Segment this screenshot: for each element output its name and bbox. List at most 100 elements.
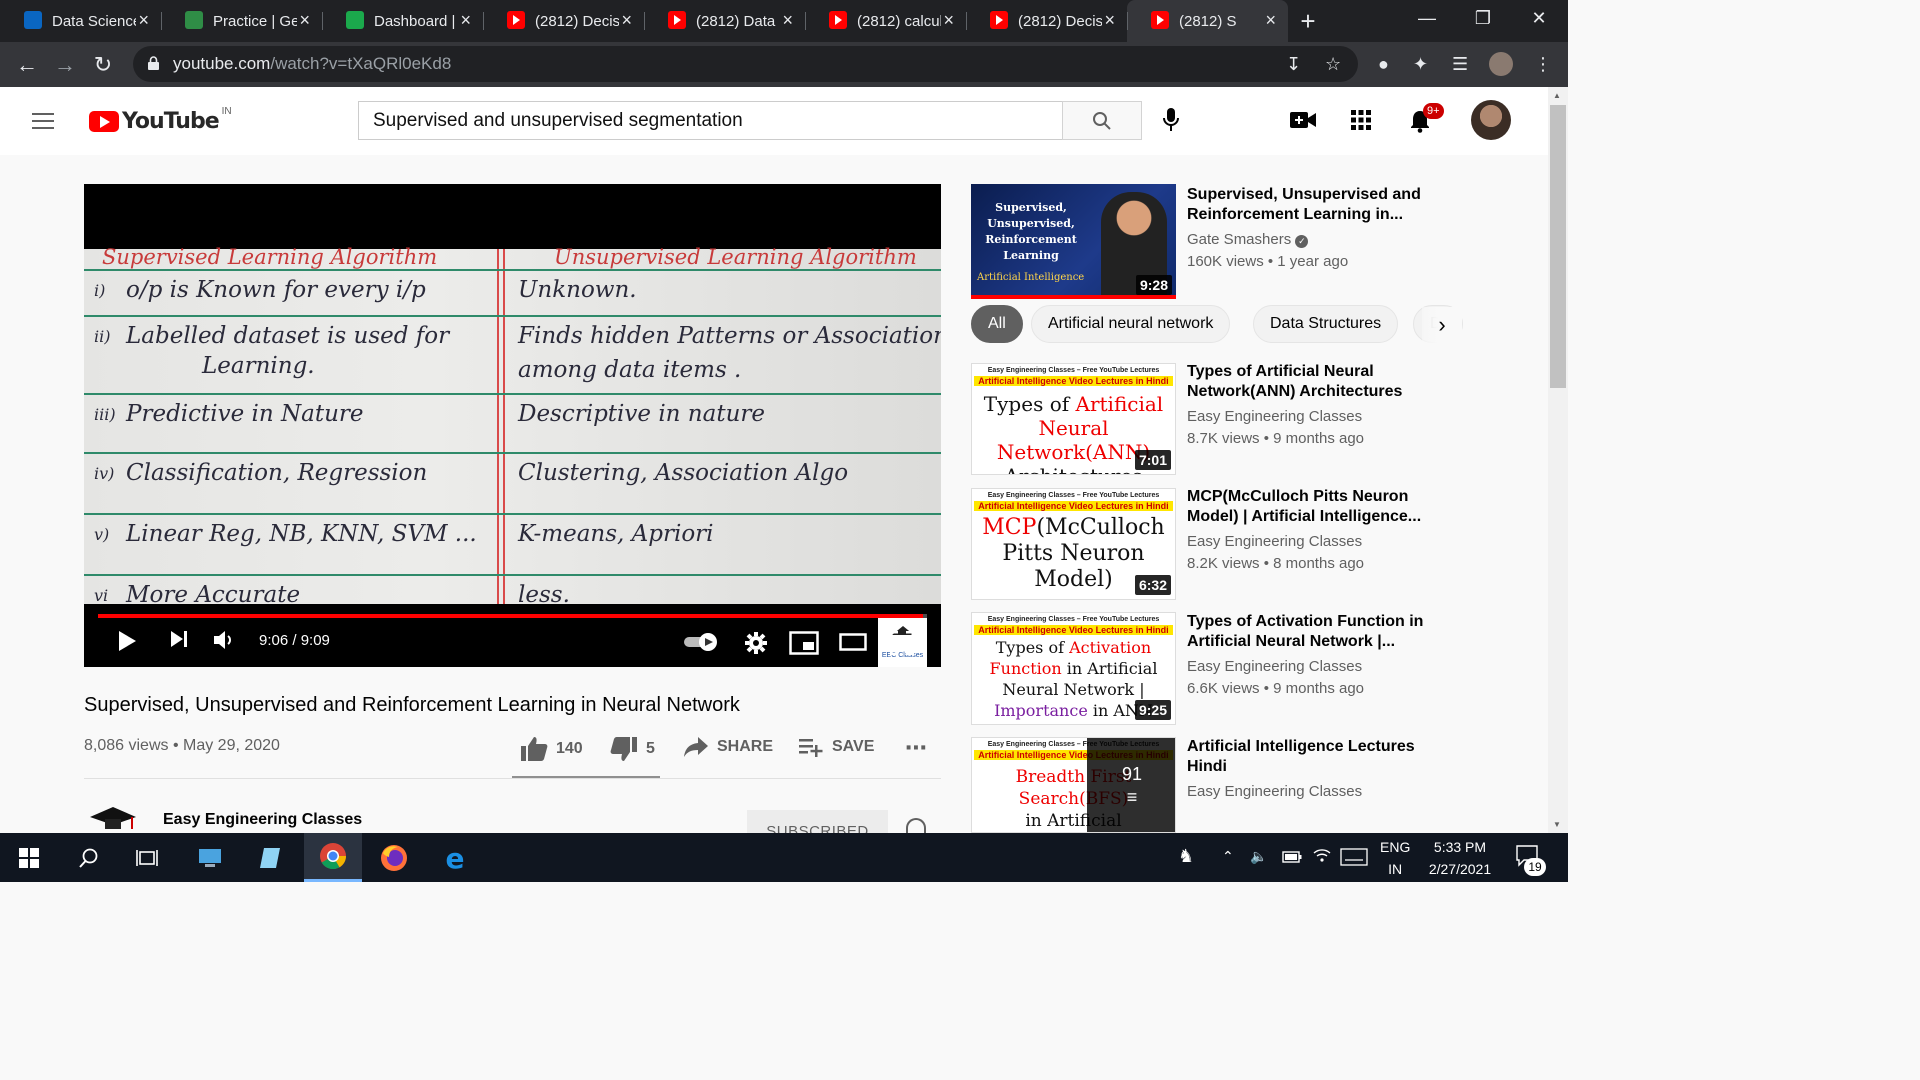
page-scrollbar[interactable]: ▲ ▼ (1548, 87, 1568, 833)
keyboard-icon[interactable] (1340, 848, 1368, 872)
thumbnail-text: Supervised, Unsupervised, Reinforcement … (985, 200, 1077, 264)
volume-tray-icon[interactable]: 🔈 (1250, 845, 1267, 867)
sidebar-video-title[interactable]: Supervised, Unsupervised and Reinforceme… (1187, 185, 1437, 225)
edge-taskbar-icon[interactable]: e (426, 833, 484, 882)
thumbnail[interactable]: Easy Engineering Classes – Free YouTube … (971, 363, 1176, 475)
miniplayer-button[interactable] (789, 631, 819, 655)
chrome-menu-icon[interactable]: ⋮ (1534, 54, 1552, 75)
sidebar-playlist-title[interactable]: Artificial Intelligence Lectures Hindi (1187, 737, 1437, 777)
extension-icon[interactable]: ● (1378, 54, 1389, 75)
notepad-taskbar-icon[interactable] (241, 833, 299, 882)
extensions-puzzle-icon[interactable]: ✦ (1413, 54, 1428, 75)
thumb-line: Artificial (1075, 392, 1164, 416)
play-button[interactable] (117, 630, 137, 652)
thumbnail[interactable]: Supervised, Unsupervised, Reinforcement … (971, 184, 1176, 299)
reload-button[interactable]: ↻ (84, 47, 122, 83)
chrome-taskbar-icon[interactable] (304, 833, 362, 882)
scroll-down-arrow-icon[interactable]: ▼ (1553, 820, 1561, 829)
thumbnail[interactable]: Easy Engineering Classes – Free YouTube … (971, 488, 1176, 600)
youtube-icon (1151, 11, 1169, 29)
chip-artificial-neural-network[interactable]: Artificial neural network (1031, 305, 1231, 343)
search-input[interactable]: Supervised and unsupervised segmentation (358, 101, 1062, 140)
start-button[interactable] (0, 833, 58, 882)
browser-tab[interactable]: (2812) Decisi × (966, 0, 1127, 42)
youtube-logo[interactable]: YouTube IN (89, 106, 232, 134)
close-tab-icon[interactable]: × (943, 10, 954, 31)
close-tab-icon[interactable]: × (299, 10, 310, 31)
sidebar-channel-name: Easy Engineering Classes (1187, 408, 1363, 425)
save-label: SAVE (832, 738, 875, 755)
sidebar-video-title[interactable]: MCP(McCulloch Pitts Neuron Model) | Arti… (1187, 487, 1437, 527)
apps-grid-icon[interactable] (1351, 110, 1371, 135)
board-supervised-text: o/p is Known for every i/p (126, 277, 426, 303)
forward-button[interactable]: → (46, 47, 84, 83)
like-button[interactable]: 140 (520, 736, 583, 762)
chip-all[interactable]: All (971, 305, 1023, 343)
profile-avatar-icon[interactable] (1489, 52, 1513, 76)
search-button[interactable] (1062, 101, 1142, 140)
scrollbar-thumb[interactable] (1550, 105, 1566, 388)
channel-name[interactable]: Easy Engineering Classes (163, 811, 362, 829)
address-bar[interactable]: youtube.com/watch?v=tXaQRl0eKd8 (133, 46, 1358, 82)
this-pc-taskbar-icon[interactable] (181, 833, 239, 882)
dislike-button[interactable]: 5 (610, 736, 655, 762)
chevron-right-icon[interactable]: › (1422, 307, 1462, 343)
video-progress-bar[interactable] (98, 614, 927, 618)
input-language[interactable]: ENG IN (1380, 836, 1410, 880)
browser-tab[interactable]: (2812) Decisi × (483, 0, 644, 42)
firefox-taskbar-icon[interactable] (365, 833, 423, 882)
maximize-button[interactable]: ❐ (1456, 0, 1510, 36)
volume-button[interactable] (213, 630, 235, 650)
share-button[interactable]: SHARE (683, 736, 773, 758)
chip-data-structures[interactable]: Data Structures (1253, 305, 1399, 343)
autoplay-toggle[interactable] (683, 632, 719, 652)
task-view-button[interactable] (118, 833, 176, 882)
theater-mode-button[interactable] (839, 633, 867, 651)
video-player[interactable]: Supervised Learning Algorithm Unsupervis… (84, 184, 941, 667)
back-button[interactable]: ← (8, 47, 46, 83)
channel-avatar[interactable] (88, 803, 138, 833)
new-tab-button[interactable]: + (1288, 0, 1328, 42)
close-tab-icon[interactable]: × (782, 10, 793, 31)
clock[interactable]: 5:33 PM 2/27/2021 (1422, 836, 1498, 880)
close-tab-icon[interactable]: × (138, 10, 149, 31)
people-icon[interactable]: ♞ (1178, 845, 1194, 867)
more-actions-icon[interactable]: ⋯ (905, 735, 927, 761)
browser-tab[interactable]: Data Science × (0, 0, 161, 42)
playlist-thumbnail[interactable]: Easy Engineering Classes – Free YouTube … (971, 737, 1176, 833)
search-taskbar-button[interactable] (60, 833, 118, 882)
bookmark-star-icon[interactable]: ☆ (1325, 54, 1341, 75)
sidebar-video-title[interactable]: Types of Activation Function in Artifici… (1187, 612, 1437, 652)
create-video-icon[interactable] (1290, 111, 1316, 134)
browser-tab[interactable]: (2812) Data S× (644, 0, 805, 42)
microphone-icon[interactable] (1161, 107, 1181, 138)
wifi-icon[interactable] (1312, 847, 1332, 869)
install-app-icon[interactable]: ↧ (1286, 54, 1301, 75)
thumbnail[interactable]: Easy Engineering Classes – Free YouTube … (971, 612, 1176, 725)
browser-tab[interactable]: (2812) S × (1127, 0, 1288, 42)
board-unsupervised-text: among data items . (518, 357, 742, 383)
media-control-icon[interactable]: ☰ (1452, 54, 1468, 75)
close-window-button[interactable]: ✕ (1512, 0, 1566, 36)
browser-tab[interactable]: Practice | Ge × (161, 0, 322, 42)
close-tab-icon[interactable]: × (1104, 10, 1115, 31)
fullscreen-button[interactable] (890, 631, 914, 655)
tray-chevron-up-icon[interactable]: ⌃ (1222, 845, 1234, 867)
next-icon (171, 631, 187, 647)
close-tab-icon[interactable]: × (1265, 10, 1276, 31)
save-button[interactable]: SAVE (798, 736, 874, 758)
account-avatar[interactable] (1471, 100, 1511, 140)
close-tab-icon[interactable]: × (621, 10, 632, 31)
notification-bell-icon[interactable] (906, 818, 926, 834)
next-button[interactable] (170, 630, 188, 648)
browser-tab[interactable]: (2812) calcul × (805, 0, 966, 42)
battery-icon[interactable] (1282, 847, 1302, 869)
playlist-icon: ≡ (1126, 787, 1138, 807)
scroll-up-arrow-icon[interactable]: ▲ (1553, 91, 1561, 100)
close-tab-icon[interactable]: × (460, 10, 471, 31)
settings-button[interactable] (744, 631, 768, 655)
sidebar-video-title[interactable]: Types of Artificial Neural Network(ANN) … (1187, 362, 1437, 402)
minimize-button[interactable]: — (1400, 0, 1454, 36)
browser-tab[interactable]: Dashboard | × (322, 0, 483, 42)
hamburger-menu-icon[interactable] (32, 113, 54, 129)
